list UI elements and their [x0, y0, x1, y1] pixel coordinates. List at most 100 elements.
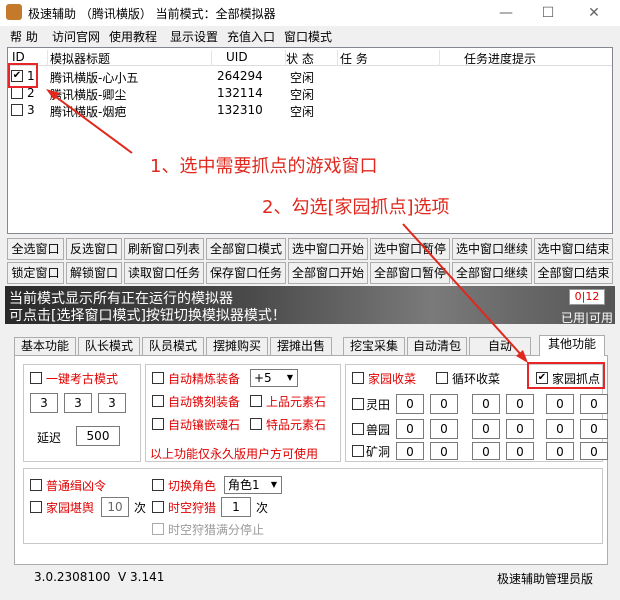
- diaoke-checkbox[interactable]: [152, 395, 164, 407]
- close-icon[interactable]: ✕: [574, 2, 614, 24]
- tab-stall-buy[interactable]: 摆摊购买: [206, 337, 268, 355]
- refresh-list-button[interactable]: 刷新窗口列表: [124, 238, 204, 260]
- yijian-checkbox[interactable]: [30, 372, 42, 384]
- selected-continue-button[interactable]: 选中窗口继续: [452, 238, 532, 260]
- kuangdong-input-1[interactable]: 0: [396, 442, 424, 460]
- table-row[interactable]: 3 腾讯横版-烟疤 132310 空闲: [8, 102, 612, 119]
- selected-end-button[interactable]: 选中窗口结束: [534, 238, 613, 260]
- lock-window-button[interactable]: 锁定窗口: [7, 262, 64, 284]
- menu-display[interactable]: 显示设置: [170, 28, 218, 45]
- lingtian-input-6[interactable]: 0: [580, 394, 608, 414]
- role-select[interactable]: 角色1 ▼: [224, 476, 282, 494]
- count-input-2[interactable]: 3: [64, 393, 92, 413]
- shouyuan-checkbox[interactable]: [352, 423, 364, 435]
- lingtian-input-4[interactable]: 0: [506, 394, 534, 414]
- kanyu-checkbox[interactable]: [30, 501, 42, 513]
- save-task-button[interactable]: 保存窗口任务: [206, 262, 286, 284]
- tab-member[interactable]: 队员模式: [142, 337, 204, 355]
- row-uid: 132310: [217, 103, 263, 117]
- col-uid[interactable]: UID: [226, 50, 286, 66]
- shouyuan-input-3[interactable]: 0: [472, 419, 500, 439]
- menu-help[interactable]: 帮 助: [10, 28, 38, 45]
- shikong-full-label: 时空狩猎满分停止: [168, 523, 265, 537]
- kuangdong-input-3[interactable]: 0: [472, 442, 500, 460]
- kuangdong-checkbox[interactable]: [352, 445, 364, 457]
- archaeology-group: 一键考古模式 3 3 3 延迟 500: [23, 364, 141, 462]
- shangpin-checkbox[interactable]: [250, 395, 262, 407]
- tab-leader[interactable]: 队长模式: [78, 337, 140, 355]
- shikong-checkbox[interactable]: [152, 501, 164, 513]
- col-task[interactable]: 任 务: [340, 50, 440, 66]
- row-id: 2: [27, 86, 35, 100]
- jinglian-checkbox[interactable]: [152, 372, 164, 384]
- shouyuan-input-6[interactable]: 0: [580, 419, 608, 439]
- diaoke-label: 自动镌刻装备: [168, 395, 241, 409]
- tab-auto-clear[interactable]: 自动清包: [407, 337, 467, 355]
- delay-input[interactable]: 500: [76, 426, 120, 446]
- table-row[interactable]: 2 腾讯横版-卿尘 132114 空闲: [8, 85, 612, 102]
- read-task-button[interactable]: 读取窗口任务: [124, 262, 204, 284]
- kuangdong-input-6[interactable]: 0: [580, 442, 608, 460]
- lingtian-input-2[interactable]: 0: [430, 394, 458, 414]
- shikong-full-checkbox[interactable]: [152, 523, 164, 535]
- lingtian-checkbox[interactable]: [352, 398, 364, 410]
- menu-bar: 帮 助 访问官网 使用教程 显示设置 充值入口 窗口模式: [0, 26, 620, 46]
- tepin-checkbox[interactable]: [250, 418, 262, 430]
- shouyuan-input-4[interactable]: 0: [506, 419, 534, 439]
- v-text: V 3.141: [118, 570, 165, 584]
- lingtian-input-3[interactable]: 0: [472, 394, 500, 414]
- tab-auto[interactable]: 自动: [469, 337, 531, 355]
- tab-basic[interactable]: 基本功能: [14, 337, 76, 355]
- menu-window-mode[interactable]: 窗口模式: [284, 28, 332, 45]
- permanent-note: 以上功能仅永久版用户方可使用: [150, 447, 319, 461]
- unlock-window-button[interactable]: 解锁窗口: [66, 262, 122, 284]
- kuangdong-input-2[interactable]: 0: [430, 442, 458, 460]
- all-end-button[interactable]: 全部窗口结束: [534, 262, 613, 284]
- menu-website[interactable]: 访问官网: [52, 28, 100, 45]
- highlight-row1-checkbox: [8, 63, 38, 88]
- count-input-3[interactable]: 3: [98, 393, 126, 413]
- shikong-label: 时空狩猎: [168, 501, 217, 515]
- all-start-button[interactable]: 全部窗口开始: [288, 262, 368, 284]
- tepin-label: 特品元素石: [266, 418, 327, 432]
- tab-stall-sell[interactable]: 摆摊出售: [270, 337, 332, 355]
- count-input-1[interactable]: 3: [30, 393, 58, 413]
- xunhuan-checkbox[interactable]: [436, 372, 448, 384]
- tab-other[interactable]: 其他功能: [539, 335, 605, 356]
- selected-start-button[interactable]: 选中窗口开始: [288, 238, 368, 260]
- table-row[interactable]: ✔ 1 腾讯横版-心小五 264294 空闲: [8, 68, 612, 85]
- putong-checkbox[interactable]: [30, 479, 42, 491]
- col-title[interactable]: 模拟器标题: [50, 50, 212, 66]
- row-uid: 132114: [217, 86, 263, 100]
- all-window-mode-button[interactable]: 全部窗口模式: [206, 238, 286, 260]
- invert-select-button[interactable]: 反选窗口: [66, 238, 122, 260]
- maximize-icon[interactable]: ☐: [528, 2, 568, 24]
- jiayuan-shoucai-checkbox[interactable]: [352, 372, 364, 384]
- shouyuan-input-5[interactable]: 0: [546, 419, 574, 439]
- kanyu-unit: 次: [134, 501, 147, 515]
- kuangdong-input-5[interactable]: 0: [546, 442, 574, 460]
- lingtian-input-5[interactable]: 0: [546, 394, 574, 414]
- selected-pause-button[interactable]: 选中窗口暂停: [370, 238, 450, 260]
- select-all-button[interactable]: 全选窗口: [7, 238, 64, 260]
- menu-recharge[interactable]: 充值入口: [227, 28, 275, 45]
- shouyuan-input-2[interactable]: 0: [430, 419, 458, 439]
- tab-dig-collect[interactable]: 挖宝采集: [343, 337, 405, 355]
- lingtian-input-1[interactable]: 0: [396, 394, 424, 414]
- shikong-input[interactable]: 1: [221, 497, 251, 517]
- xiangqian-label: 自动镶嵌魂石: [168, 418, 241, 432]
- col-progress[interactable]: 任务进度提示: [464, 50, 612, 66]
- shouyuan-input-1[interactable]: 0: [396, 419, 424, 439]
- xiangqian-checkbox[interactable]: [152, 418, 164, 430]
- all-continue-button[interactable]: 全部窗口继续: [452, 262, 532, 284]
- qiehuan-checkbox[interactable]: [152, 479, 164, 491]
- row-checkbox[interactable]: [11, 87, 23, 99]
- jinglian-select[interactable]: +5 ▼: [250, 369, 298, 387]
- kuangdong-input-4[interactable]: 0: [506, 442, 534, 460]
- menu-tutorial[interactable]: 使用教程: [109, 28, 157, 45]
- col-status[interactable]: 状 态: [286, 50, 338, 66]
- row-checkbox[interactable]: [11, 104, 23, 116]
- minimize-icon[interactable]: —: [486, 2, 526, 24]
- kanyu-input[interactable]: 10: [101, 497, 129, 517]
- all-pause-button[interactable]: 全部窗口暂停: [370, 262, 450, 284]
